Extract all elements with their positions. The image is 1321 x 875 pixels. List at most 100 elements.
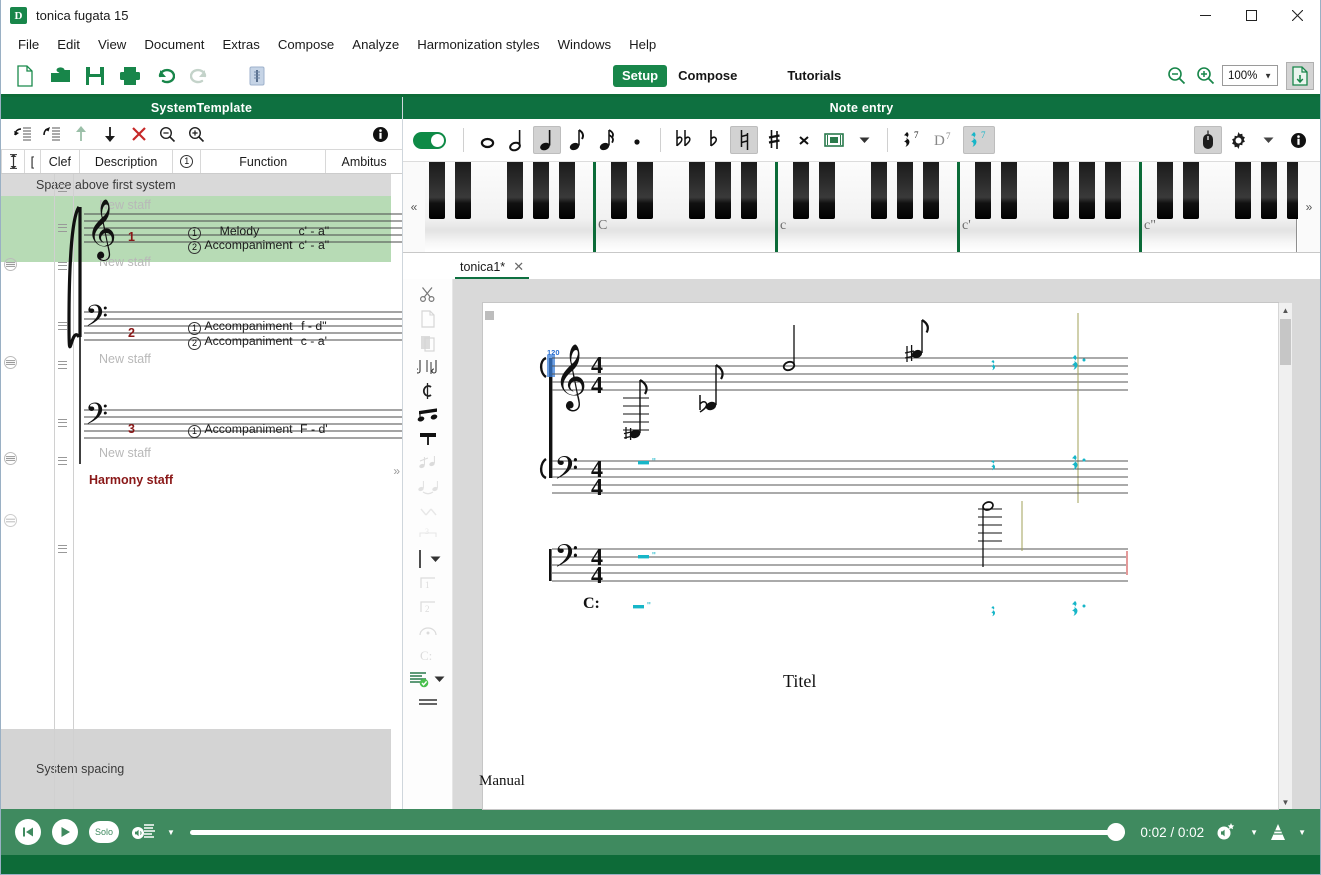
natural-button[interactable] xyxy=(730,126,758,154)
play-button[interactable] xyxy=(52,819,78,845)
menu-analyze[interactable]: Analyze xyxy=(343,34,408,55)
panel-expand-icon[interactable]: » xyxy=(393,464,400,478)
piano-black-key[interactable] xyxy=(1157,162,1173,219)
cut-time-icon[interactable] xyxy=(411,379,445,402)
double-sharp-button[interactable] xyxy=(790,126,818,154)
key-signature-button[interactable] xyxy=(820,126,848,154)
tuning-fork-icon[interactable] xyxy=(241,61,273,91)
dynamics-dropdown-icon[interactable]: ▼ xyxy=(1298,828,1306,837)
zoom-in-icon[interactable] xyxy=(183,121,210,147)
first-ending-icon[interactable]: 1 xyxy=(411,571,445,594)
keyboard-scroll-right[interactable]: » xyxy=(1298,162,1320,252)
piano-black-key[interactable] xyxy=(741,162,757,219)
settings-dropdown-icon[interactable] xyxy=(1254,126,1282,154)
piano-black-key[interactable] xyxy=(429,162,445,219)
settings-gear-icon[interactable] xyxy=(1224,126,1252,154)
collapse-handle[interactable] xyxy=(4,356,17,374)
cut-icon[interactable] xyxy=(411,283,445,306)
document-tab-tonica1[interactable]: tonica1* ✕ xyxy=(455,259,530,279)
stem-icon[interactable] xyxy=(411,427,445,450)
zoom-out-icon[interactable] xyxy=(154,121,181,147)
piano-black-key[interactable] xyxy=(871,162,887,219)
maximize-button[interactable] xyxy=(1228,0,1274,32)
menu-extras[interactable]: Extras xyxy=(213,34,268,55)
menu-edit[interactable]: Edit xyxy=(48,34,89,55)
note-entry-toggle[interactable] xyxy=(413,131,446,149)
rewind-to-start-button[interactable] xyxy=(15,819,41,845)
grace-note-icon[interactable] xyxy=(411,451,445,474)
piano-black-key[interactable] xyxy=(793,162,809,219)
barline-icon[interactable] xyxy=(412,547,428,570)
quarter-note-button[interactable] xyxy=(533,126,561,154)
move-up-icon[interactable] xyxy=(67,121,94,147)
menu-help[interactable]: Help xyxy=(620,34,665,55)
copy-icon[interactable] xyxy=(411,307,445,330)
piano-black-key[interactable] xyxy=(819,162,835,219)
open-folder-icon[interactable] xyxy=(44,61,76,91)
paste-icon[interactable] xyxy=(411,331,445,354)
tie-icon[interactable] xyxy=(411,475,445,498)
info-icon[interactable] xyxy=(367,121,394,147)
collapse-handle[interactable] xyxy=(4,452,17,470)
piano-black-key[interactable] xyxy=(1001,162,1017,219)
header-ambitus[interactable]: Ambitus xyxy=(326,149,403,173)
close-button[interactable] xyxy=(1274,0,1320,32)
piano-black-key[interactable] xyxy=(897,162,913,219)
double-flat-button[interactable] xyxy=(670,126,698,154)
row-grip[interactable] xyxy=(58,545,67,554)
dot-button[interactable] xyxy=(623,126,651,154)
menu-compose[interactable]: Compose xyxy=(269,34,343,55)
chord-symbol-button[interactable]: D7 xyxy=(929,126,961,154)
piano-keyboard[interactable]: Cc c' c" xyxy=(425,162,1298,252)
delete-icon[interactable] xyxy=(125,121,152,147)
harmony-check-icon[interactable] xyxy=(408,667,432,690)
score-page[interactable]: Titel Manual Pedal 12 xyxy=(479,303,1278,809)
triplet-icon[interactable]: 3 xyxy=(411,523,445,546)
second-ending-icon[interactable]: 2 xyxy=(411,595,445,618)
lyrics-icon[interactable] xyxy=(411,691,445,714)
header-clef[interactable]: Clef xyxy=(40,149,81,173)
header-function[interactable]: Function xyxy=(201,149,327,173)
collapse-handle[interactable] xyxy=(4,258,17,276)
piano-black-key[interactable] xyxy=(1183,162,1199,219)
barline-dropdown-icon[interactable] xyxy=(428,547,444,570)
mouse-input-icon[interactable] xyxy=(1194,126,1222,154)
piano-black-key[interactable] xyxy=(1079,162,1095,219)
save-icon[interactable] xyxy=(79,61,111,91)
piano-black-key[interactable] xyxy=(1235,162,1251,219)
menu-windows[interactable]: Windows xyxy=(549,34,621,55)
volume-mixer-button[interactable] xyxy=(130,822,156,842)
mode-setup[interactable]: Setup xyxy=(613,64,668,87)
menu-file[interactable]: File xyxy=(9,34,48,55)
header-height[interactable] xyxy=(1,149,26,173)
flat-button[interactable] xyxy=(700,126,728,154)
print-icon[interactable] xyxy=(114,61,146,91)
volume-dropdown-icon[interactable]: ▼ xyxy=(167,828,175,837)
close-icon[interactable]: ✕ xyxy=(513,259,524,275)
piano-black-key[interactable] xyxy=(1105,162,1121,219)
zoom-level-select[interactable]: 100% ▼ xyxy=(1222,65,1278,86)
cyan-rest-button[interactable]: 7 xyxy=(963,126,995,154)
slur-icon[interactable] xyxy=(411,499,445,522)
piano-black-key[interactable] xyxy=(689,162,705,219)
fermata-icon[interactable] xyxy=(411,619,445,642)
beam-icon[interactable] xyxy=(411,403,445,426)
rest-button[interactable]: 7 xyxy=(897,126,927,154)
eighth-note-button[interactable] xyxy=(563,126,591,154)
new-document-icon[interactable] xyxy=(9,61,41,91)
piano-black-key[interactable] xyxy=(507,162,523,219)
scrollbar-thumb[interactable] xyxy=(1280,319,1291,365)
scroll-down-arrow[interactable]: ▼ xyxy=(1279,795,1292,809)
piano-black-key[interactable] xyxy=(637,162,653,219)
sharp-button[interactable] xyxy=(760,126,788,154)
mode-tutorials[interactable]: Tutorials xyxy=(776,65,852,86)
undo-icon[interactable] xyxy=(149,61,181,91)
piano-black-key[interactable] xyxy=(1053,162,1069,219)
piano-black-key[interactable] xyxy=(1287,162,1298,219)
header-description[interactable]: Description xyxy=(80,149,174,173)
piano-black-key[interactable] xyxy=(715,162,731,219)
voice-row[interactable]: 2 Accompaniment c - a' xyxy=(188,334,350,350)
playback-progress-slider[interactable] xyxy=(189,823,1126,841)
minimize-button[interactable] xyxy=(1182,0,1228,32)
system-spacing-row[interactable]: System spacing xyxy=(1,729,391,809)
